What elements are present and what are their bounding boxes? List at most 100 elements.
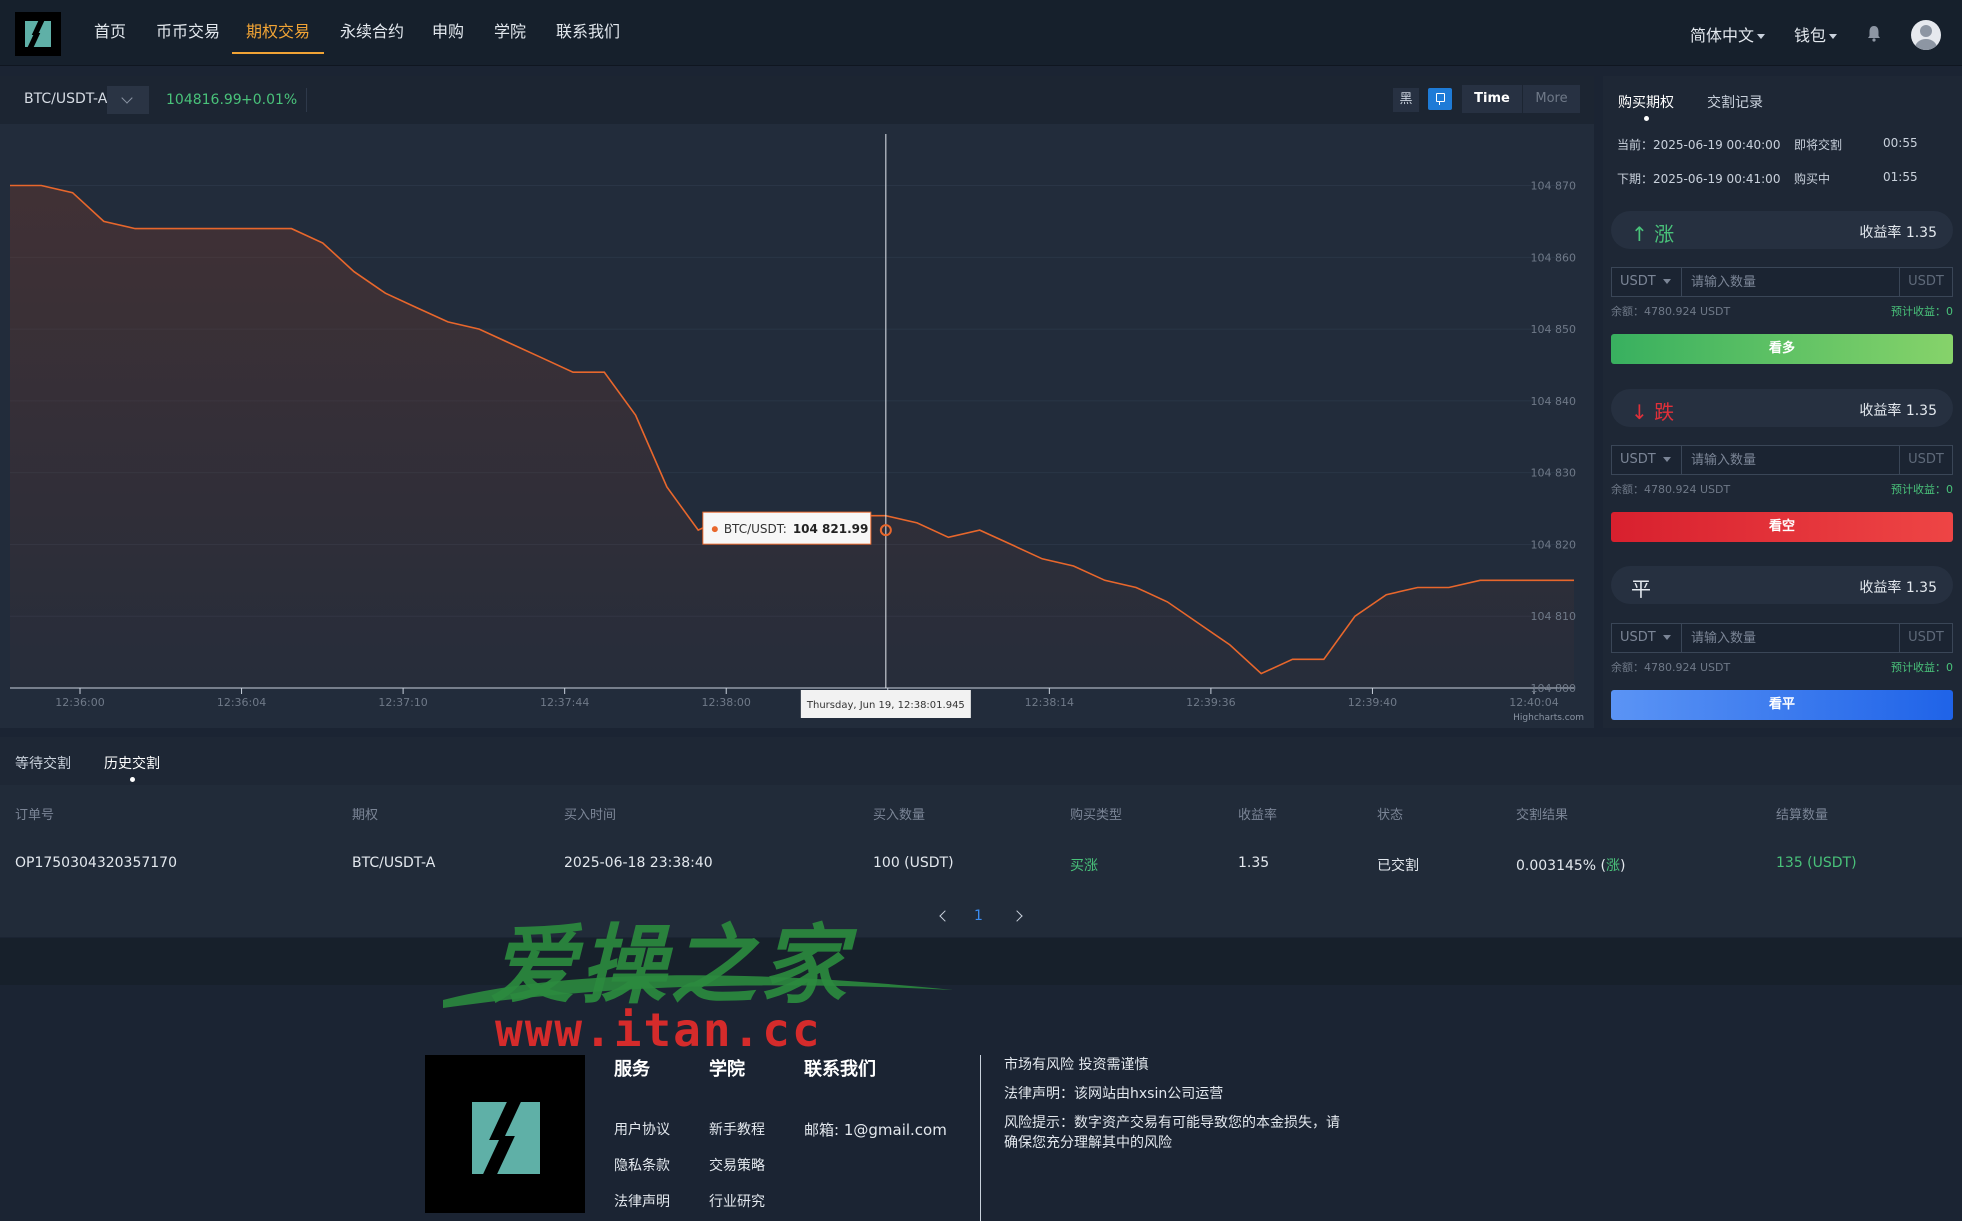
tooltip: BTC/USDT: 104 821.99	[702, 511, 872, 545]
nav-contact[interactable]: 联系我们	[556, 0, 620, 54]
footer-link-beginner[interactable]: 新手教程	[709, 1119, 765, 1139]
nav-options[interactable]: 期权交易	[232, 0, 324, 54]
nav-spot[interactable]: 币币交易	[156, 0, 220, 54]
next-page-button[interactable]	[1011, 908, 1024, 924]
footer-logo	[425, 1055, 585, 1213]
legal-statement: 法律声明：该网站由hxsin公司运营	[1004, 1086, 1224, 1102]
yield-value: 1.35	[1238, 855, 1270, 871]
unit-label: USDT	[1899, 268, 1952, 296]
currency-select[interactable]: USDT	[1612, 446, 1682, 474]
buy-up-button[interactable]: 看多	[1611, 334, 1953, 364]
top-nav: 首页 币币交易 期权交易 永续合约 申购 学院 联系我们 简体中文 钱包	[0, 0, 1962, 66]
prev-page-button[interactable]	[938, 908, 951, 924]
chevron-right-icon	[1011, 910, 1023, 922]
logo-mark	[25, 21, 51, 47]
x-tick-label: 12:36:04	[217, 696, 266, 709]
currency-select[interactable]: USDT	[1612, 268, 1682, 296]
col-result: 交割结果	[1516, 808, 1569, 823]
tab-delivery-records[interactable]: 交割记录	[1707, 92, 1763, 112]
buy-time: 2025-06-18 23:38:40	[564, 855, 713, 871]
more-button[interactable]: More	[1523, 85, 1580, 113]
symbol-label: BTC/USDT-A	[24, 91, 108, 107]
yield-rate: 收益率 1.35	[1859, 580, 1937, 596]
symbol-dropdown[interactable]	[107, 86, 149, 114]
amount-input[interactable]	[1683, 624, 1899, 652]
wallet-menu[interactable]: 钱包	[1794, 22, 1838, 46]
footer-academy-title: 学院	[709, 1059, 745, 1080]
risk-title: 市场有风险 投资需谨慎	[1004, 1057, 1149, 1073]
next-status: 购买中	[1794, 172, 1831, 186]
balance: 余额：4780.924 USDT	[1611, 305, 1731, 318]
tab-buy-options[interactable]: 购买期权	[1618, 92, 1674, 121]
currency-label: USDT	[1620, 274, 1656, 289]
bell-icon[interactable]	[1867, 25, 1881, 42]
result-direction: 涨	[1606, 858, 1621, 874]
tab-history-delivery[interactable]: 历史交割	[104, 753, 160, 782]
divider	[306, 88, 307, 112]
currency-label: USDT	[1620, 630, 1656, 645]
footer-divider	[980, 1055, 981, 1221]
y-tick-label: 104 840	[1531, 395, 1577, 408]
theme-black-button[interactable]: 黑	[1393, 88, 1419, 112]
footer-link-privacy[interactable]: 隐私条款	[614, 1155, 670, 1175]
amount-field-flat: USDT USDT	[1611, 623, 1953, 653]
col-status: 状态	[1377, 808, 1404, 823]
language-select[interactable]: 简体中文	[1690, 22, 1766, 46]
nav-perpetual[interactable]: 永续合约	[340, 0, 404, 54]
language-label: 简体中文	[1690, 26, 1755, 45]
footer-email[interactable]: 邮箱: 1@gmail.com	[804, 1119, 947, 1140]
current-status: 即将交割	[1794, 138, 1843, 152]
crosshair-label: Thursday, Jun 19, 12:38:01.945	[806, 700, 965, 711]
nav-subscribe[interactable]: 申购	[432, 0, 464, 54]
settle-amount: 135 (USDT)	[1776, 855, 1857, 871]
amount-input[interactable]	[1683, 446, 1899, 474]
col-buy-amount: 买入数量	[873, 808, 926, 823]
yield-rate: 收益率 1.35	[1859, 225, 1937, 241]
chart-header: BTC/USDT-A 104816.99 +0.01% 黑 Time More	[0, 76, 1594, 124]
logo[interactable]	[15, 12, 61, 56]
footer-link-user-agreement[interactable]: 用户协议	[614, 1119, 670, 1139]
time-button[interactable]: Time	[1462, 85, 1522, 113]
option-card-up: ↑ 涨 收益率 1.35	[1611, 211, 1953, 249]
watermark-url: www.itan.cc	[495, 1003, 822, 1057]
estimated-profit: 预计收益：0	[1891, 483, 1953, 496]
footer: 服务 用户协议 隐私条款 法律声明 学院 新手教程 交易策略 行业研究 联系我们…	[0, 985, 1962, 1221]
order-id: OP1750304320357170	[15, 855, 177, 871]
avatar[interactable]	[1911, 20, 1941, 50]
currency-label: USDT	[1620, 452, 1656, 467]
chevron-down-icon	[1662, 279, 1671, 284]
footer-link-strategy[interactable]: 交易策略	[709, 1155, 765, 1175]
buy-flat-button[interactable]: 看平	[1611, 690, 1953, 720]
x-tick-label: 12:37:10	[378, 696, 427, 709]
currency-select[interactable]: USDT	[1612, 624, 1682, 652]
tooltip-value: 104 821.99	[793, 522, 869, 536]
tooltip-series: BTC/USDT:	[724, 522, 787, 536]
theme-light-icon[interactable]	[1428, 88, 1452, 110]
result-value: 0.003145% (涨)	[1516, 855, 1625, 875]
wallet-label: 钱包	[1794, 26, 1827, 45]
tooltip-dot	[711, 526, 718, 533]
tab-label: 交割记录	[1707, 95, 1763, 111]
chevron-down-icon	[121, 92, 133, 104]
amount-input[interactable]	[1683, 268, 1899, 296]
tab-pending-delivery[interactable]: 等待交割	[15, 753, 71, 773]
risk-line-2: 确保您充分理解其中的风险	[1004, 1135, 1172, 1151]
estimated-profit: 预计收益：0	[1891, 661, 1953, 674]
chevron-down-icon	[1662, 635, 1671, 640]
nav-academy[interactable]: 学院	[494, 0, 526, 54]
nav-home[interactable]: 首页	[94, 0, 126, 54]
chart-panel: BTC/USDT-A 104816.99 +0.01% 黑 Time More …	[0, 76, 1594, 728]
direction-down: ↓ 跌	[1631, 400, 1675, 424]
footer-link-research[interactable]: 行业研究	[709, 1191, 765, 1211]
active-dot	[130, 777, 135, 782]
page-number[interactable]: 1	[974, 908, 983, 924]
price-chart[interactable]: 12:36:00 12:36:04 12:37:10 12:37:44 12:38:00…	[0, 124, 1594, 728]
footer-link-legal[interactable]: 法律声明	[614, 1191, 670, 1211]
buy-amount: 100 (USDT)	[873, 855, 954, 871]
direction-up: ↑ 涨	[1631, 222, 1675, 246]
last-price: 104816.99	[166, 92, 242, 108]
buy-down-button[interactable]: 看空	[1611, 512, 1953, 542]
amount-field-down: USDT USDT	[1611, 445, 1953, 475]
x-tick-label: 12:38:00	[702, 696, 751, 709]
result-close: )	[1620, 858, 1626, 874]
